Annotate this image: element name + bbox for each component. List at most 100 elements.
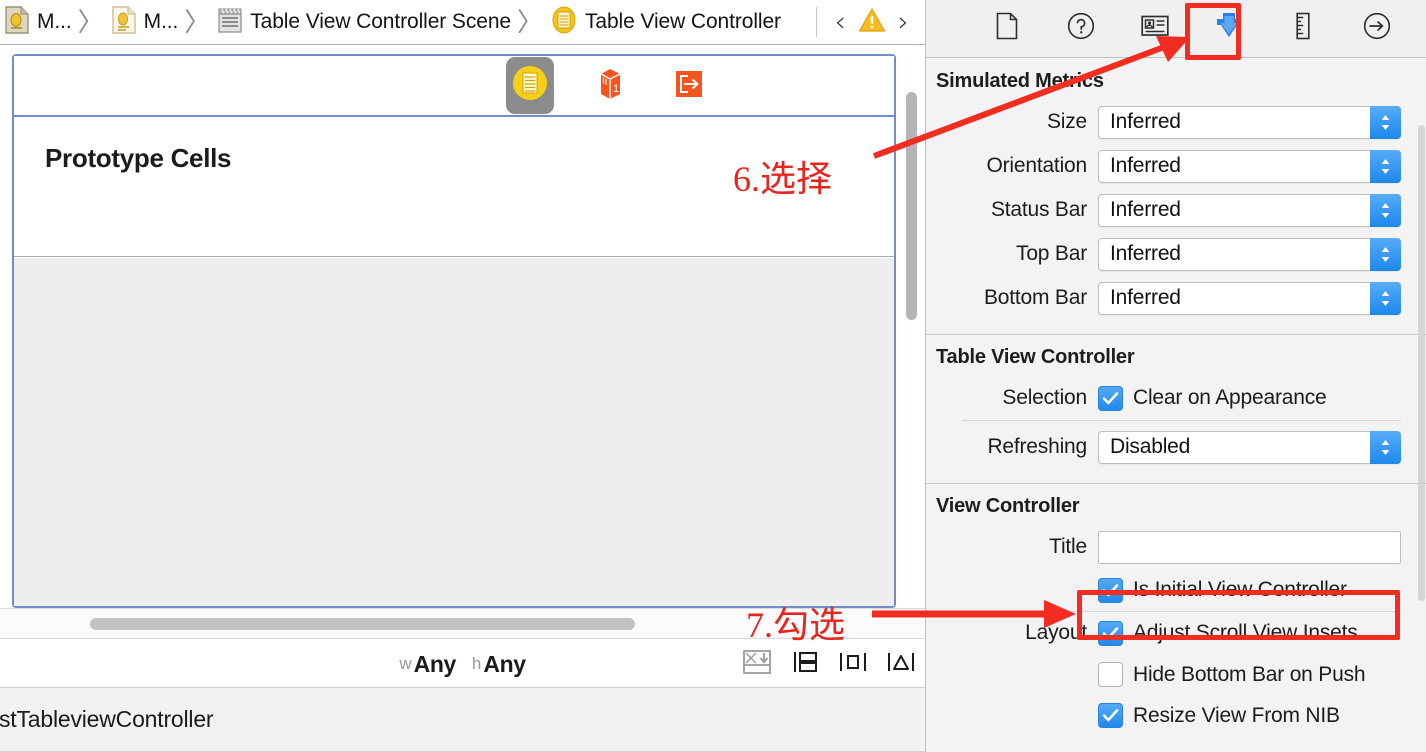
size-class-w-prefix: w <box>399 654 412 673</box>
chevron-updown-icon <box>1370 430 1401 464</box>
storyboard-canvas[interactable]: 1 Prototype Cells <box>0 45 925 608</box>
row-orientation: Orientation Inferred <box>926 144 1426 188</box>
status-bar-value: Inferred <box>1110 198 1181 221</box>
prototype-cells-label: Prototype Cells <box>45 143 232 173</box>
exit-dock-icon[interactable] <box>666 61 706 110</box>
status-bar-popup[interactable]: Inferred <box>1098 193 1401 227</box>
size-inspector-tab[interactable] <box>1288 12 1318 46</box>
scene-dock: 1 <box>14 56 894 117</box>
label-size: Size <box>1046 110 1087 133</box>
chevron-updown-icon <box>1370 281 1401 315</box>
ruler-icon <box>1294 12 1312 45</box>
inspector-tab-bar <box>926 0 1426 58</box>
breadcrumb-item-3[interactable]: Table View Controller <box>550 0 781 44</box>
size-class-h-value: Any <box>483 650 526 677</box>
clear-on-appearance-label: Clear on Appearance <box>1133 386 1327 409</box>
breadcrumb-label-1: M... <box>143 10 179 33</box>
inspector-vertical-scrollbar[interactable] <box>1418 125 1425 601</box>
breadcrumb-label-3: Table View Controller <box>585 10 781 33</box>
size-popup[interactable]: Inferred <box>1098 105 1401 139</box>
label-status-bar: Status Bar <box>990 198 1087 221</box>
chevron-updown-icon <box>1370 105 1401 139</box>
pin-button[interactable] <box>887 650 915 679</box>
canvas-horizontal-scrollbar[interactable] <box>90 618 635 630</box>
top-bar-popup[interactable]: Inferred <box>1098 237 1401 271</box>
svg-text:1: 1 <box>613 83 619 95</box>
scene-clapper-icon <box>217 5 243 40</box>
section-title: View Controller <box>936 495 1080 517</box>
storyboard-doc-icon <box>111 5 137 40</box>
row-refreshing: Refreshing Disabled <box>926 425 1426 469</box>
status-text: stTableviewController <box>0 706 214 732</box>
table-view-controller-icon <box>550 5 578 40</box>
clear-on-appearance-checkbox[interactable] <box>1098 385 1123 411</box>
highlight-box-attributes-tab <box>1185 3 1241 60</box>
hide-bottom-bar-on-push-checkbox[interactable] <box>1098 662 1123 687</box>
update-frames-button[interactable] <box>743 649 771 679</box>
refreshing-popup[interactable]: Disabled <box>1098 430 1401 464</box>
table-view-body[interactable] <box>14 258 894 606</box>
bottom-bar-popup[interactable]: Inferred <box>1098 281 1401 315</box>
divider <box>815 7 817 37</box>
previous-issue-button[interactable]: ‹ <box>827 8 854 36</box>
size-value: Inferred <box>1110 110 1181 133</box>
table-view-controller-scene[interactable]: 1 Prototype Cells <box>12 54 896 608</box>
connections-inspector-tab[interactable] <box>1362 12 1392 46</box>
question-circle-icon <box>1067 12 1095 45</box>
label-top-bar: Top Bar <box>1016 242 1087 265</box>
orientation-value: Inferred <box>1110 154 1181 177</box>
arrow-circle-icon <box>1363 12 1391 45</box>
resize-view-from-nib-checkbox[interactable] <box>1098 703 1123 728</box>
resize-view-from-nib-label: Resize View From NIB <box>1133 703 1340 727</box>
breadcrumb-item-2[interactable]: Table View Controller Scene <box>217 0 511 44</box>
section-simulated-metrics: Simulated Metrics Size Inferred Orientat… <box>926 59 1426 320</box>
row-top-bar: Top Bar Inferred <box>926 232 1426 276</box>
label-orientation: Orientation <box>986 154 1087 177</box>
align-button[interactable] <box>839 650 867 679</box>
label-refreshing: Refreshing <box>987 435 1087 458</box>
jump-bar-breadcrumb: M... 〉 M... 〉 Table View Controller Scen… <box>0 0 925 45</box>
row-bottom-bar: Bottom Bar Inferred <box>926 276 1426 320</box>
document-icon <box>996 12 1018 45</box>
row-selection: Selection Clear on Appearance <box>926 376 1426 420</box>
breadcrumb-separator: 〉 <box>77 7 104 37</box>
breadcrumb-item-0[interactable]: M... <box>4 0 72 44</box>
breadcrumb-separator: 〉 <box>516 7 543 37</box>
breadcrumb-item-1[interactable]: M... <box>111 0 179 44</box>
size-class-w-value: Any <box>413 650 457 677</box>
orientation-popup[interactable]: Inferred <box>1098 149 1401 183</box>
identity-card-icon <box>1140 14 1169 43</box>
refreshing-value: Disabled <box>1110 435 1191 458</box>
chevron-updown-icon <box>1370 193 1401 227</box>
chevron-updown-icon <box>1370 237 1401 271</box>
breadcrumb-label-0: M... <box>37 10 72 33</box>
inspector-content: Simulated Metrics Size Inferred Orientat… <box>926 59 1426 752</box>
size-class-h-prefix: h <box>471 654 482 673</box>
warning-triangle-icon[interactable] <box>858 7 886 38</box>
xcode-interface-builder-window: M... 〉 M... 〉 Table View Controller Scen… <box>0 0 1426 752</box>
row-hide-bottom-bar: Hide Bottom Bar on Push <box>926 654 1426 695</box>
annotation-label-step7: 7.勾选 <box>746 605 846 645</box>
label-selection: Selection <box>1002 386 1087 409</box>
quick-help-inspector-tab[interactable] <box>1066 12 1096 46</box>
hide-bottom-bar-on-push-label: Hide Bottom Bar on Push <box>1133 662 1366 686</box>
highlight-box-is-initial-view-controller <box>1077 590 1400 640</box>
file-inspector-tab[interactable] <box>992 12 1022 46</box>
canvas-vertical-scrollbar[interactable] <box>906 92 917 320</box>
identity-inspector-tab[interactable] <box>1140 12 1170 46</box>
row-title: Title <box>926 525 1426 569</box>
first-responder-dock-icon[interactable]: 1 <box>590 61 630 110</box>
jump-bar-issue-nav: ‹ › <box>815 0 925 44</box>
top-bar-value: Inferred <box>1110 242 1181 265</box>
row-resize-view-from-nib: Resize View From NIB <box>926 695 1426 736</box>
bottom-bar-value: Inferred <box>1110 286 1181 309</box>
section-table-view-controller: Table View Controller Selection Clear on… <box>926 334 1426 469</box>
label-layout: Layout <box>1025 621 1087 644</box>
next-issue-button[interactable]: › <box>890 8 917 36</box>
table-view-controller-dock-icon[interactable] <box>506 57 554 114</box>
title-input[interactable] <box>1098 530 1401 564</box>
embed-in-stack-button[interactable] <box>791 650 819 679</box>
annotation-label-step6: 6.选择 <box>733 159 833 199</box>
label-title: Title <box>1049 535 1087 558</box>
row-size: Size Inferred <box>926 100 1426 144</box>
